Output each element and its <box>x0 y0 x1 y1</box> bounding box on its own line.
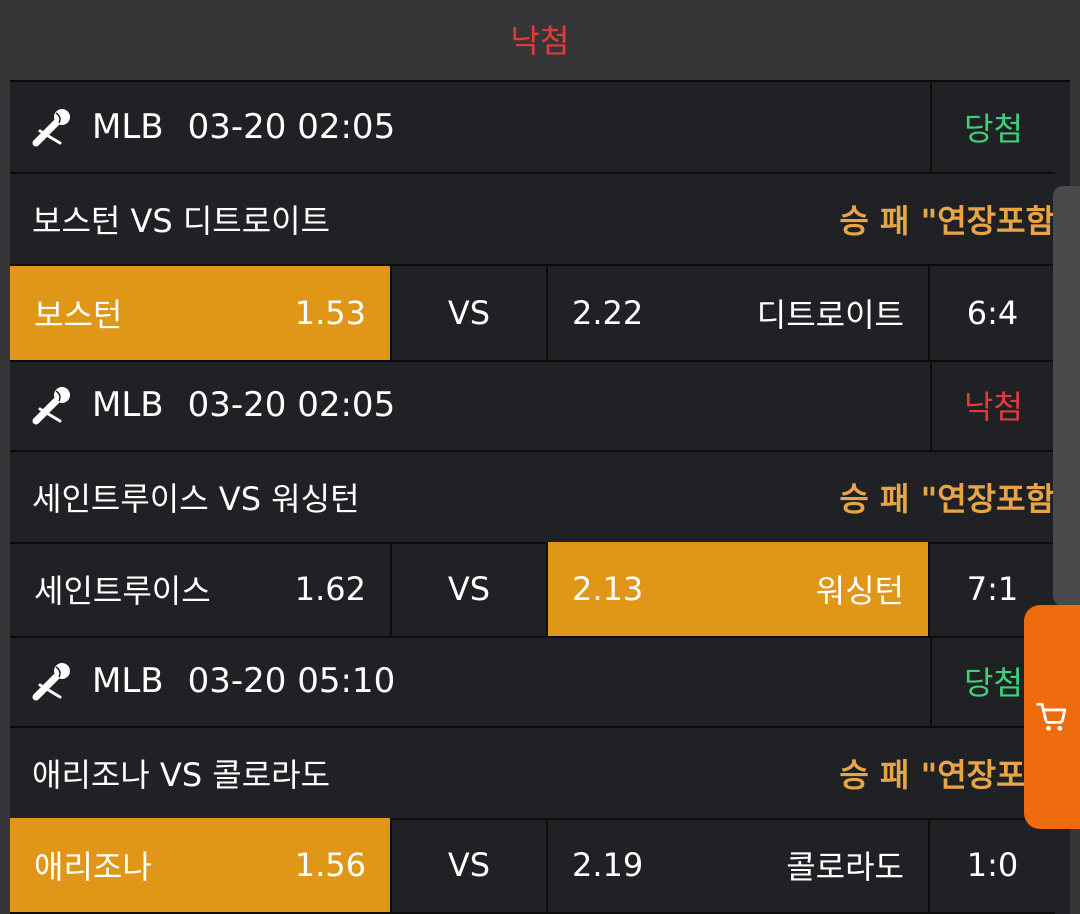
league-row: MLB 03-20 02:05 당첨 <box>10 82 1055 174</box>
market-label: 승 패 "연장포함 <box>839 756 1055 794</box>
home-odds-value: 1.62 <box>294 570 366 608</box>
baseball-icon <box>32 109 70 147</box>
bet-result: 당첨 <box>930 82 1055 172</box>
away-odds-value: 2.22 <box>572 294 644 332</box>
odds-row: 애리조나 1.56 VS 2.19 콜로라도 1:0 <box>10 818 1055 914</box>
vs-label: VS <box>392 818 548 912</box>
away-odds-option[interactable]: 2.19 콜로라도 <box>548 818 930 912</box>
away-team-name: 디트로이트 <box>756 296 904 334</box>
final-score: 6:4 <box>966 294 1019 332</box>
market-label: 승 패 "연장포함 <box>839 202 1055 240</box>
match-title-row: 보스턴 VS 디트로이트 승 패 "연장포함 <box>10 174 1055 266</box>
vs-label: VS <box>392 542 548 636</box>
match-datetime: 03-20 02:05 <box>187 107 396 147</box>
league-row: MLB 03-20 02:05 낙첨 <box>10 360 1055 452</box>
league-info: MLB 03-20 02:05 <box>10 360 930 450</box>
odds-row: 세인트루이스 1.62 VS 2.13 워싱턴 7:1 <box>10 542 1055 638</box>
bet-result: 낙첨 <box>930 360 1055 450</box>
final-score: 1:0 <box>966 846 1019 884</box>
bet-status-header: 낙첨 <box>510 22 570 60</box>
match-title-row: 세인트루이스 VS 워싱턴 승 패 "연장포함 <box>10 452 1055 544</box>
vs-label: VS <box>392 266 548 360</box>
league-info: MLB 03-20 05:10 <box>10 636 930 726</box>
league-name: MLB <box>92 661 164 701</box>
home-odds-value: 1.56 <box>294 846 366 884</box>
home-team-name: 애리조나 <box>34 848 152 886</box>
away-odds-option[interactable]: 2.13 워싱턴 <box>548 542 930 636</box>
match-title: 애리조나 VS 콜로라도 <box>32 756 331 794</box>
home-team-name: 세인트루이스 <box>34 572 211 610</box>
match-datetime: 03-20 02:05 <box>187 385 396 425</box>
away-team-name: 콜로라도 <box>786 848 904 886</box>
league-row: MLB 03-20 05:10 당첨 <box>10 636 1055 728</box>
match-title: 보스턴 VS 디트로이트 <box>32 202 331 240</box>
match-datetime: 03-20 05:10 <box>187 661 396 701</box>
home-team-name: 보스턴 <box>34 296 123 334</box>
away-odds-option[interactable]: 2.22 디트로이트 <box>548 266 930 360</box>
match-title: 세인트루이스 VS 워싱턴 <box>32 480 360 518</box>
league-info: MLB 03-20 02:05 <box>10 82 930 172</box>
league-name: MLB <box>92 107 164 147</box>
home-odds-value: 1.53 <box>294 294 366 332</box>
away-odds-value: 2.19 <box>572 846 644 884</box>
match-title-row: 애리조나 VS 콜로라도 승 패 "연장포함 <box>10 728 1055 820</box>
odds-row: 보스턴 1.53 VS 2.22 디트로이트 6:4 <box>10 266 1055 362</box>
away-team-name: 워싱턴 <box>815 572 904 610</box>
market-label: 승 패 "연장포함 <box>839 480 1055 518</box>
home-odds-option[interactable]: 세인트루이스 1.62 <box>10 542 392 636</box>
baseball-icon <box>32 387 70 425</box>
bet-list: MLB 03-20 02:05 당첨 보스턴 VS 디트로이트 승 패 "연장포… <box>10 80 1070 914</box>
home-odds-option[interactable]: 보스턴 1.53 <box>10 266 392 360</box>
bet-slip-cart-button[interactable] <box>1024 605 1080 829</box>
away-odds-value: 2.13 <box>572 570 644 608</box>
cart-icon <box>1036 702 1067 731</box>
baseball-icon <box>32 663 70 701</box>
home-odds-option[interactable]: 애리조나 1.56 <box>10 818 392 912</box>
league-name: MLB <box>92 385 164 425</box>
scrollbar-thumb[interactable] <box>1053 186 1080 606</box>
